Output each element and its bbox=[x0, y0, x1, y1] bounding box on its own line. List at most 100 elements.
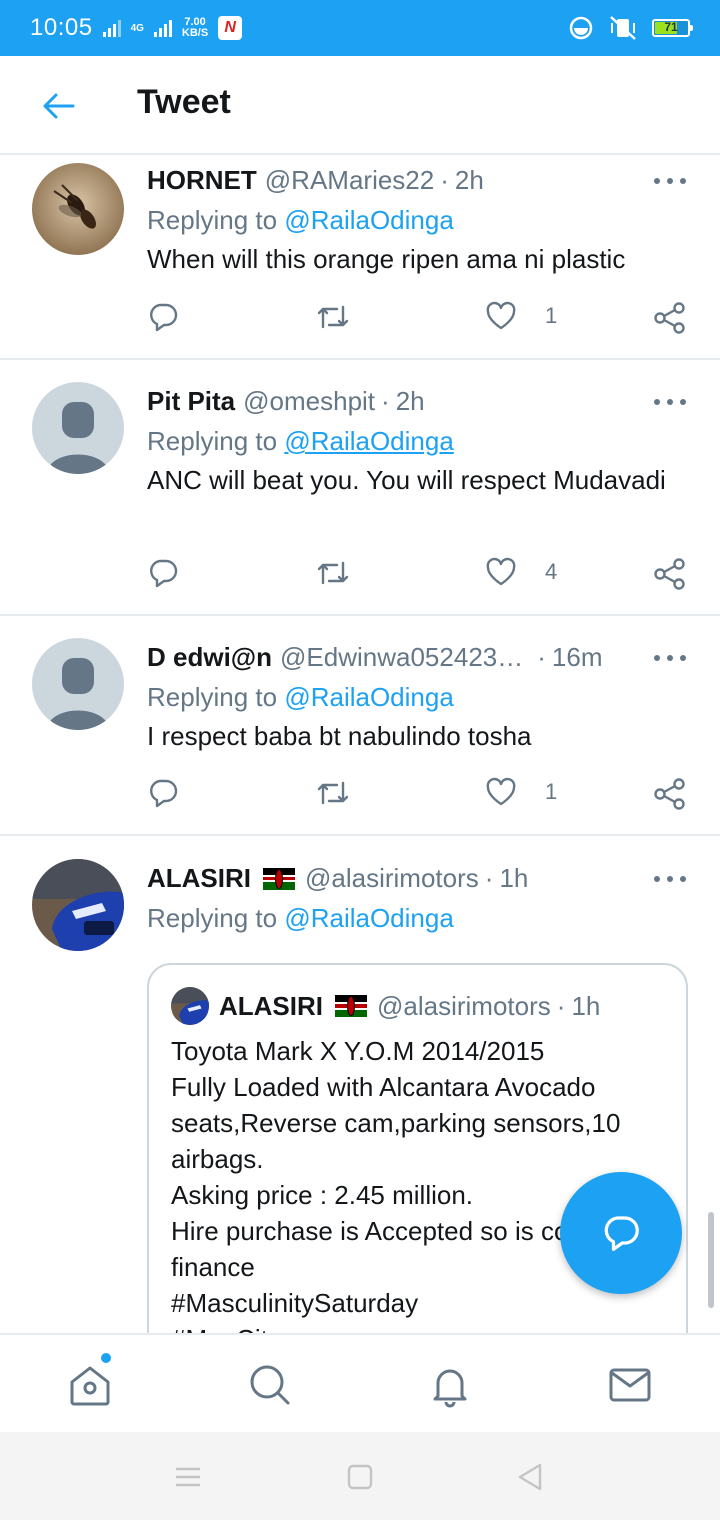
like-button[interactable]: 1 bbox=[485, 777, 557, 807]
mention-link[interactable]: @RailaOdinga bbox=[284, 205, 453, 235]
battery-icon: 71 bbox=[652, 19, 693, 37]
separator-dot: · bbox=[381, 386, 390, 416]
share-button[interactable] bbox=[653, 557, 687, 591]
back-button[interactable] bbox=[38, 86, 78, 126]
square-icon bbox=[347, 1464, 373, 1490]
retweet-button[interactable] bbox=[315, 777, 351, 809]
signal-icon bbox=[102, 19, 121, 37]
nav-home[interactable] bbox=[66, 1361, 114, 1409]
system-navigation-bar bbox=[0, 1432, 720, 1520]
car-avatar-image bbox=[171, 987, 209, 1025]
avatar[interactable] bbox=[32, 163, 124, 255]
tweet-header: ALASIRI @alasirimotors · 1h bbox=[147, 863, 690, 894]
network-speed: 7.00 KB/S bbox=[182, 17, 208, 39]
arrow-left-icon bbox=[43, 93, 75, 119]
network-type: 4G bbox=[130, 22, 144, 34]
user-handle[interactable]: @omeshpit bbox=[243, 386, 375, 417]
separator-dot: · bbox=[440, 165, 449, 195]
app-notification-badge: N bbox=[218, 16, 243, 40]
tweet-header: Pit Pita @omeshpit · 2h bbox=[147, 386, 690, 417]
tweet-time: 16m bbox=[551, 642, 603, 672]
share-icon bbox=[654, 302, 685, 334]
menu-button[interactable] bbox=[168, 1460, 208, 1494]
tweet-header: HORNET @RAMaries22 · 2h bbox=[147, 165, 690, 196]
replying-to: Replying to @RailaOdinga bbox=[147, 205, 454, 236]
share-button[interactable] bbox=[653, 777, 687, 811]
signal-icon-2 bbox=[153, 19, 172, 37]
reply-icon bbox=[150, 559, 178, 588]
quoted-tweet-header: ALASIRI @alasirimotors · 1h bbox=[171, 987, 600, 1025]
avatar[interactable] bbox=[32, 859, 124, 951]
tweet-reply[interactable]: D edwi@n @Edwinwa052423… · 16m Replying … bbox=[0, 616, 720, 836]
compose-reply-button[interactable] bbox=[560, 1172, 682, 1294]
back-system-button[interactable] bbox=[510, 1460, 550, 1494]
tweet-reply[interactable]: Pit Pita @omeshpit · 2h Replying to @Rai… bbox=[0, 360, 720, 616]
display-name[interactable]: Pit Pita bbox=[147, 386, 235, 417]
nav-messages[interactable] bbox=[606, 1361, 654, 1409]
kenya-flag-icon bbox=[335, 995, 367, 1017]
separator-dot: · bbox=[484, 863, 494, 893]
scrollbar[interactable] bbox=[708, 1212, 714, 1308]
separator-dot: · bbox=[537, 642, 546, 672]
vibrate-off-icon bbox=[610, 16, 636, 40]
user-handle[interactable]: @Edwinwa052423… bbox=[280, 642, 523, 673]
mention-link[interactable]: @RailaOdinga bbox=[284, 682, 453, 712]
more-dots-icon[interactable] bbox=[654, 648, 686, 668]
reply-button[interactable] bbox=[147, 777, 179, 809]
tweet-reply[interactable]: HORNET @RAMaries22 · 2h Replying to @Rai… bbox=[0, 155, 720, 360]
share-icon bbox=[654, 558, 685, 590]
avatar[interactable] bbox=[32, 382, 124, 474]
replying-to: Replying to @RailaOdinga bbox=[147, 426, 454, 457]
like-button[interactable]: 1 bbox=[485, 301, 557, 331]
tweet-actions: 1 bbox=[147, 301, 687, 337]
menu-icon bbox=[176, 1467, 200, 1487]
home-icon bbox=[70, 1366, 110, 1406]
status-time: 10:05 bbox=[30, 14, 93, 41]
triangle-back-icon bbox=[518, 1463, 542, 1491]
separator-dot: · bbox=[556, 990, 566, 1021]
share-button[interactable] bbox=[653, 301, 687, 335]
nav-search[interactable] bbox=[246, 1361, 294, 1409]
more-dots-icon[interactable] bbox=[654, 171, 686, 191]
nav-notifications[interactable] bbox=[426, 1361, 474, 1409]
mail-icon bbox=[609, 1368, 651, 1402]
more-dots-icon[interactable] bbox=[654, 392, 686, 412]
tweet-actions: 4 bbox=[147, 557, 687, 593]
like-count: 1 bbox=[545, 303, 558, 328]
retweet-icon bbox=[317, 781, 349, 805]
quoted-avatar bbox=[171, 987, 209, 1025]
page-title: Tweet bbox=[137, 83, 231, 121]
mention-link[interactable]: @RailaOdinga bbox=[284, 426, 453, 456]
mention-link[interactable]: @RailaOdinga bbox=[284, 903, 453, 933]
search-icon bbox=[250, 1365, 290, 1405]
replying-label: Replying to bbox=[147, 682, 278, 712]
reply-button[interactable] bbox=[147, 301, 179, 333]
bell-icon bbox=[433, 1369, 467, 1408]
like-count: 1 bbox=[545, 779, 558, 804]
hornet-avatar-image bbox=[32, 163, 124, 255]
display-name[interactable]: HORNET bbox=[147, 165, 257, 196]
more-dots-icon[interactable] bbox=[654, 869, 686, 889]
replying-to: Replying to @RailaOdinga bbox=[147, 903, 454, 934]
car-avatar-image bbox=[32, 859, 124, 951]
avatar[interactable] bbox=[32, 638, 124, 730]
retweet-button[interactable] bbox=[315, 557, 351, 589]
home-system-button[interactable] bbox=[340, 1460, 380, 1494]
display-name[interactable]: ALASIRI bbox=[147, 863, 251, 894]
tweet-time: 2h bbox=[395, 386, 425, 416]
reply-button[interactable] bbox=[147, 557, 179, 589]
tweet-text: I respect baba bt nabulindo tosha bbox=[147, 721, 532, 751]
display-name[interactable]: D edwi@n bbox=[147, 642, 272, 673]
bottom-navigation bbox=[0, 1333, 720, 1432]
retweet-icon bbox=[317, 561, 349, 585]
quoted-user-handle: @alasirimotors bbox=[377, 990, 551, 1021]
user-handle[interactable]: @alasirimotors bbox=[305, 863, 479, 894]
share-icon bbox=[654, 778, 685, 810]
user-handle[interactable]: @RAMaries22 bbox=[265, 165, 434, 196]
retweet-icon bbox=[317, 305, 349, 329]
reply-feed[interactable]: HORNET @RAMaries22 · 2h Replying to @Rai… bbox=[0, 155, 720, 1333]
quoted-tweet-time: 1h bbox=[571, 990, 601, 1021]
like-button[interactable]: 4 bbox=[485, 557, 557, 587]
retweet-button[interactable] bbox=[315, 301, 351, 333]
tweet-text: When will this orange ripen ama ni plast… bbox=[147, 244, 626, 274]
